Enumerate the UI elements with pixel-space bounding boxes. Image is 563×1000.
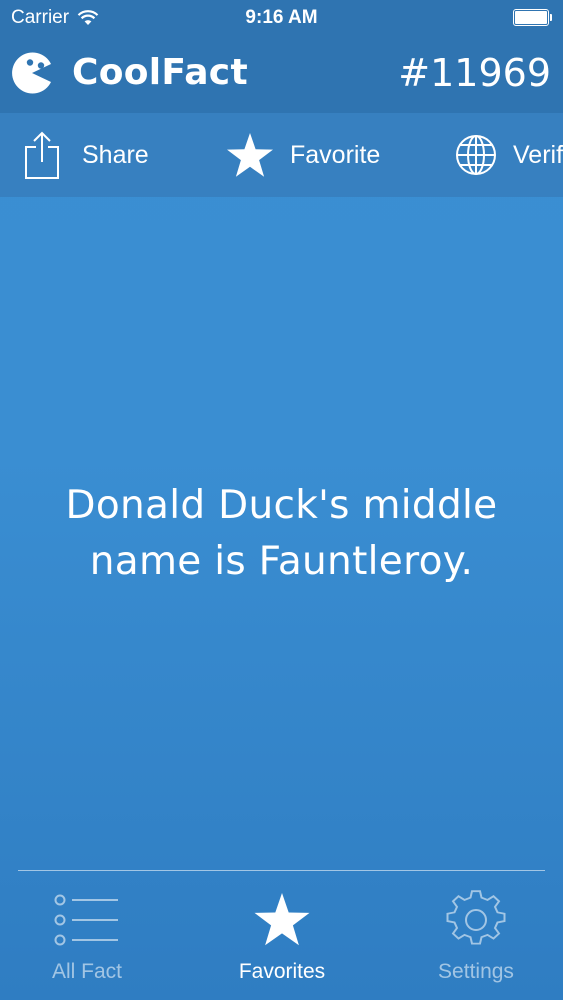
gear-icon xyxy=(446,890,506,945)
tab-bar-divider xyxy=(18,870,545,871)
fact-number: #11969 xyxy=(398,51,551,95)
app-screen: Carrier 9:16 AM CoolFact #11969 Share Fa… xyxy=(0,0,563,1000)
status-bar: Carrier 9:16 AM xyxy=(0,0,563,36)
share-button[interactable]: Share xyxy=(24,113,149,197)
battery-icon xyxy=(513,9,552,26)
star-icon xyxy=(254,893,310,946)
action-bar: Share Favorite Verify xyxy=(0,113,563,197)
tab-all-fact[interactable]: All Fact xyxy=(12,890,162,984)
verify-label: Verify xyxy=(513,140,563,169)
tab-bar: All Fact Favorites Settings xyxy=(0,870,563,1000)
tab-favorites[interactable]: Favorites xyxy=(207,890,357,984)
verify-button[interactable]: Verify xyxy=(455,113,563,197)
share-label: Share xyxy=(82,140,149,169)
list-icon xyxy=(54,894,118,946)
status-time: 9:16 AM xyxy=(245,7,318,28)
fact-text: Donald Duck's middle name is Fauntleroy. xyxy=(65,483,498,584)
tab-settings-label: Settings xyxy=(438,960,514,983)
tab-settings[interactable]: Settings xyxy=(401,890,551,984)
star-icon xyxy=(227,133,273,177)
share-icon xyxy=(25,131,59,179)
globe-icon xyxy=(456,135,496,175)
header: Carrier 9:16 AM CoolFact #11969 xyxy=(0,0,563,113)
pacman-face-icon xyxy=(12,52,52,94)
app-title: CoolFact xyxy=(72,52,248,93)
favorite-button[interactable]: Favorite xyxy=(226,113,380,197)
tab-all-fact-label: All Fact xyxy=(51,960,122,983)
favorite-label: Favorite xyxy=(290,140,381,169)
tab-favorites-label: Favorites xyxy=(238,960,326,983)
